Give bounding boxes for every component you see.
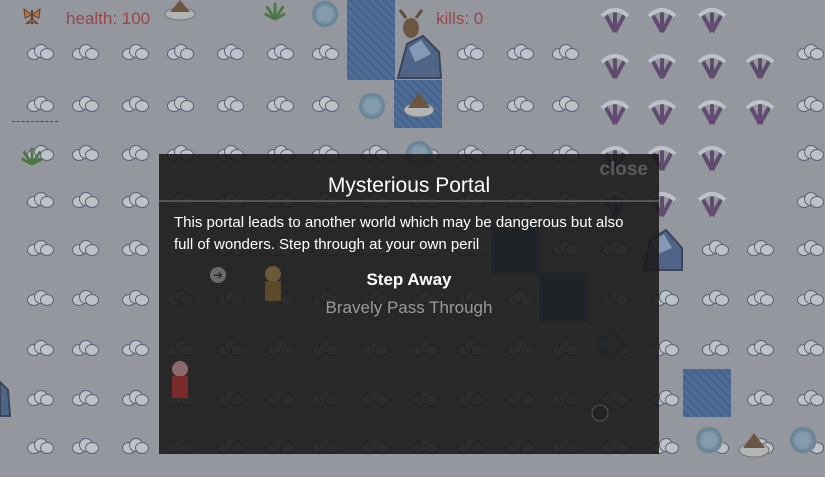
step-away-option[interactable]: Step Away bbox=[159, 270, 659, 290]
divider bbox=[159, 200, 659, 202]
pass-through-option[interactable]: Bravely Pass Through bbox=[159, 298, 659, 318]
character-sprite bbox=[265, 266, 281, 301]
portal-dialog: close Mysterious Portal This portal lead… bbox=[159, 154, 659, 454]
character-sprite bbox=[172, 361, 188, 398]
hole-icon bbox=[591, 404, 609, 422]
dialog-message: This portal leads to another world which… bbox=[174, 214, 624, 253]
dialog-title: Mysterious Portal bbox=[327, 174, 491, 197]
